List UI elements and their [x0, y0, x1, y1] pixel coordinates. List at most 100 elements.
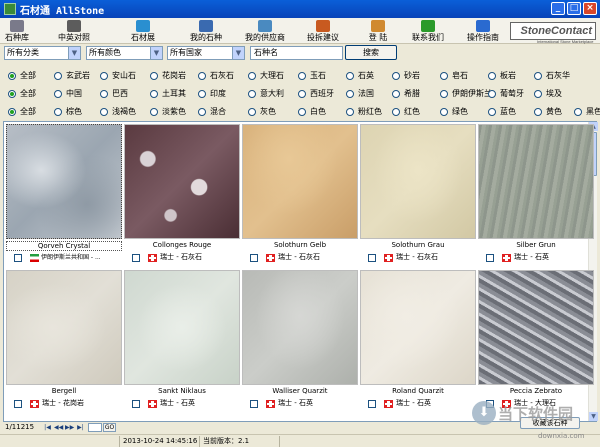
stone-checkbox[interactable] [368, 254, 376, 262]
stone-card[interactable]: Solothurn Grau 瑞士 - 石灰石 [360, 124, 476, 271]
stone-image[interactable] [124, 270, 240, 385]
radio-dot[interactable] [298, 107, 306, 116]
stone-card[interactable]: Roland Quarzit 瑞士 - 石英 [360, 270, 476, 417]
radio-dot[interactable] [150, 71, 158, 80]
radio-dot[interactable] [534, 107, 542, 116]
radio-color-6[interactable]: 白色 [298, 106, 326, 117]
stone-checkbox[interactable] [486, 254, 494, 262]
radio-country-11[interactable]: 埃及 [534, 88, 562, 99]
stone-image[interactable] [360, 124, 476, 239]
radio-category-7[interactable]: 石英 [346, 70, 374, 81]
stone-image[interactable] [242, 270, 358, 385]
radio-dot[interactable] [198, 107, 206, 116]
radio-category-2[interactable]: 安山石 [100, 70, 136, 81]
country-select[interactable]: 所有国家 ▼ [167, 46, 245, 60]
stone-checkbox[interactable] [250, 254, 258, 262]
search-button[interactable]: 搜索 [345, 45, 397, 60]
radio-color-7[interactable]: 粉红色 [346, 106, 382, 117]
radio-dot[interactable] [440, 89, 448, 98]
go-button[interactable]: GO [103, 423, 116, 432]
stone-checkbox[interactable] [14, 400, 22, 408]
toolbar-button-1[interactable]: 中英对照 [54, 18, 94, 44]
toolbar-button-5[interactable]: 投拆建议 [301, 18, 345, 44]
radio-dot[interactable] [488, 71, 496, 80]
radio-dot[interactable] [392, 89, 400, 98]
radio-dot[interactable] [534, 89, 542, 98]
radio-country-4[interactable]: 印度 [198, 88, 226, 99]
radio-dot[interactable] [150, 107, 158, 116]
toolbar-button-0[interactable]: 石种库 [2, 18, 32, 44]
radio-dot[interactable] [346, 89, 354, 98]
radio-dot[interactable] [298, 89, 306, 98]
stone-card[interactable]: Peccia Zebrato 瑞士 - 大理石 [478, 270, 594, 417]
radio-dot[interactable] [440, 71, 448, 80]
next-page-icon[interactable]: ▶▶ [65, 423, 74, 432]
close-button[interactable]: × [583, 2, 597, 15]
radio-color-12[interactable]: 黑色 [574, 106, 600, 117]
maximize-button[interactable]: □ [567, 2, 581, 15]
radio-dot[interactable] [298, 71, 306, 80]
radio-category-9[interactable]: 皂石 [440, 70, 468, 81]
radio-country-7[interactable]: 法国 [346, 88, 374, 99]
radio-dot[interactable] [488, 107, 496, 116]
radio-category-8[interactable]: 砂岩 [392, 70, 420, 81]
radio-dot[interactable] [54, 71, 62, 80]
color-select[interactable]: 所有颜色 ▼ [86, 46, 163, 60]
stone-card[interactable]: Collonges Rouge 瑞士 - 石灰石 [124, 124, 240, 271]
radio-dot[interactable] [248, 71, 256, 80]
radio-dot[interactable] [100, 89, 108, 98]
stone-card[interactable]: Sankt Niklaus 瑞士 - 石英 [124, 270, 240, 417]
radio-dot[interactable] [392, 107, 400, 116]
stone-card[interactable]: Silber Grun 瑞士 - 石英 [478, 124, 594, 271]
radio-color-2[interactable]: 浅褐色 [100, 106, 136, 117]
radio-category-6[interactable]: 玉石 [298, 70, 326, 81]
radio-category-0[interactable]: 全部 [8, 70, 36, 81]
radio-country-3[interactable]: 土耳其 [150, 88, 186, 99]
radio-country-8[interactable]: 希腊 [392, 88, 420, 99]
radio-color-9[interactable]: 绿色 [440, 106, 468, 117]
radio-dot[interactable] [198, 71, 206, 80]
radio-dot[interactable] [440, 107, 448, 116]
stone-card[interactable]: Solothurn Gelb 瑞士 - 石灰石 [242, 124, 358, 271]
stone-checkbox[interactable] [14, 254, 22, 262]
stone-card[interactable]: Walliser Quarzit 瑞士 - 石英 [242, 270, 358, 417]
radio-country-1[interactable]: 中国 [54, 88, 82, 99]
radio-dot[interactable] [198, 89, 206, 98]
radio-country-9[interactable]: 伊朗伊斯兰 [440, 88, 492, 99]
stone-card[interactable]: Qorveh Crystal 伊朗伊斯兰共和国 - ... [6, 124, 122, 271]
stone-image[interactable] [478, 270, 594, 385]
radio-category-1[interactable]: 玄武岩 [54, 70, 90, 81]
radio-category-10[interactable]: 板岩 [488, 70, 516, 81]
toolbar-button-7[interactable]: 联系我们 [407, 18, 449, 44]
radio-color-3[interactable]: 淡紫色 [150, 106, 186, 117]
radio-country-6[interactable]: 西班牙 [298, 88, 334, 99]
radio-dot[interactable] [392, 71, 400, 80]
radio-color-5[interactable]: 灰色 [248, 106, 276, 117]
stone-image[interactable] [124, 124, 240, 239]
stone-image[interactable] [478, 124, 594, 239]
stone-image[interactable] [242, 124, 358, 239]
toolbar-button-2[interactable]: 石材展 [126, 18, 160, 44]
radio-category-11[interactable]: 石灰华 [534, 70, 570, 81]
stone-image[interactable] [360, 270, 476, 385]
first-page-icon[interactable]: |◀ [43, 423, 52, 432]
radio-dot[interactable] [150, 89, 158, 98]
radio-dot[interactable] [488, 89, 496, 98]
radio-dot[interactable] [346, 71, 354, 80]
stone-checkbox[interactable] [368, 400, 376, 408]
page-number-input[interactable] [88, 423, 102, 432]
stone-checkbox[interactable] [250, 400, 258, 408]
stone-image[interactable] [6, 270, 122, 385]
radio-dot[interactable] [534, 71, 542, 80]
radio-dot[interactable] [8, 71, 16, 80]
radio-color-11[interactable]: 黄色 [534, 106, 562, 117]
radio-country-5[interactable]: 意大利 [248, 88, 284, 99]
toolbar-button-8[interactable]: 操作指南 [460, 18, 506, 44]
radio-dot[interactable] [346, 107, 354, 116]
category-select[interactable]: 所有分类 ▼ [4, 46, 81, 60]
radio-color-0[interactable]: 全部 [8, 106, 36, 117]
toolbar-button-6[interactable]: 登 陆 [361, 18, 395, 44]
radio-dot[interactable] [100, 107, 108, 116]
toolbar-button-4[interactable]: 我的供应商 [240, 18, 290, 44]
radio-color-1[interactable]: 棕色 [54, 106, 82, 117]
